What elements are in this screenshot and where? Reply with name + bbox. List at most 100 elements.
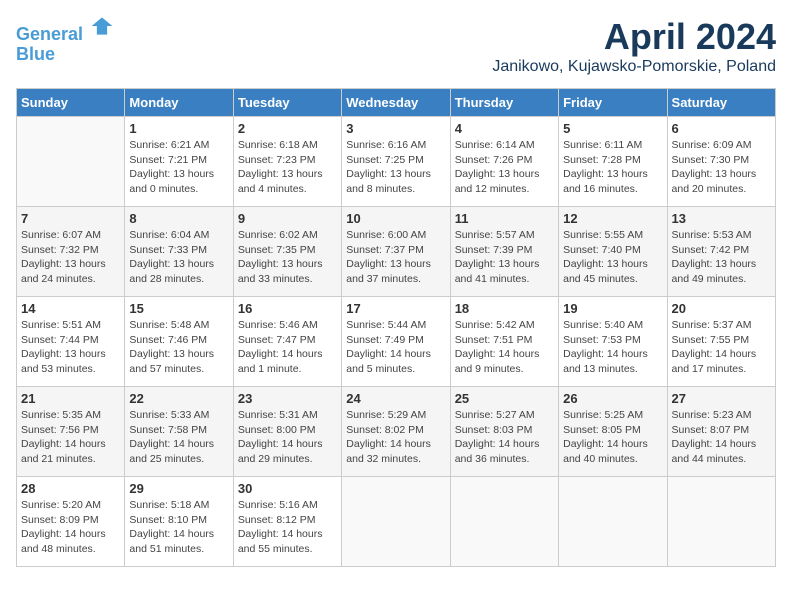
calendar-cell: 25 Sunrise: 5:27 AMSunset: 8:03 PMDayligh… (450, 387, 558, 477)
weekday-header-tuesday: Tuesday (233, 89, 341, 117)
calendar-cell: 3 Sunrise: 6:16 AMSunset: 7:25 PMDaylight… (342, 117, 450, 207)
logo: General Blue (16, 16, 114, 65)
day-number: 14 (21, 301, 120, 316)
page-header: General Blue April 2024 Janikowo, Kujaws… (16, 16, 776, 76)
calendar-cell: 24Sunrise: 5:29 AMSunset: 8:02 PMDayligh… (342, 387, 450, 477)
day-info: Sunrise: 5:57 AMSunset: 7:39 PMDaylight:… (455, 228, 554, 287)
day-info: Sunrise: 6:09 AMSunset: 7:30 PMDaylight:… (672, 138, 771, 197)
calendar-cell: 1 Sunrise: 6:21 AMSunset: 7:21 PMDaylight… (125, 117, 233, 207)
day-number: 13 (672, 211, 771, 226)
logo-blue: Blue (16, 44, 55, 64)
logo-general: General (16, 24, 83, 44)
day-info: Sunrise: 5:18 AMSunset: 8:10 PMDaylight:… (129, 498, 228, 557)
day-info: Sunrise: 6:16 AMSunset: 7:25 PMDaylight:… (346, 138, 445, 197)
weekday-header-monday: Monday (125, 89, 233, 117)
day-number: 20 (672, 301, 771, 316)
weekday-header-row: SundayMondayTuesdayWednesdayThursdayFrid… (17, 89, 776, 117)
calendar-cell: 10 Sunrise: 6:00 AMSunset: 7:37 PMDayligh… (342, 207, 450, 297)
calendar-cell: 15 Sunrise: 5:48 AMSunset: 7:46 PMDayligh… (125, 297, 233, 387)
calendar-cell: 7 Sunrise: 6:07 AMSunset: 7:32 PMDaylight… (17, 207, 125, 297)
day-number: 16 (238, 301, 337, 316)
calendar-cell: 6 Sunrise: 6:09 AMSunset: 7:30 PMDaylight… (667, 117, 775, 207)
calendar-cell: 14 Sunrise: 5:51 AMSunset: 7:44 PMDayligh… (17, 297, 125, 387)
calendar-cell: 5Sunrise: 6:11 AMSunset: 7:28 PMDaylight… (559, 117, 667, 207)
day-number: 7 (21, 211, 120, 226)
calendar-cell: 29Sunrise: 5:18 AMSunset: 8:10 PMDayligh… (125, 477, 233, 567)
day-number: 6 (672, 121, 771, 136)
month-title: April 2024 (492, 16, 776, 58)
day-info: Sunrise: 6:00 AMSunset: 7:37 PMDaylight:… (346, 228, 445, 287)
day-info: Sunrise: 6:02 AMSunset: 7:35 PMDaylight:… (238, 228, 337, 287)
calendar-week-row: 28 Sunrise: 5:20 AMSunset: 8:09 PMDayligh… (17, 477, 776, 567)
day-number: 5 (563, 121, 662, 136)
day-number: 23 (238, 391, 337, 406)
day-number: 25 (455, 391, 554, 406)
calendar-cell: 22 Sunrise: 5:33 AMSunset: 7:58 PMDayligh… (125, 387, 233, 477)
calendar-cell: 30Sunrise: 5:16 AMSunset: 8:12 PMDayligh… (233, 477, 341, 567)
day-info: Sunrise: 6:18 AMSunset: 7:23 PMDaylight:… (238, 138, 337, 197)
calendar-week-row: 14 Sunrise: 5:51 AMSunset: 7:44 PMDayligh… (17, 297, 776, 387)
day-info: Sunrise: 5:23 AMSunset: 8:07 PMDaylight:… (672, 408, 771, 467)
day-info: Sunrise: 5:51 AMSunset: 7:44 PMDaylight:… (21, 318, 120, 377)
calendar-cell (450, 477, 558, 567)
title-section: April 2024 Janikowo, Kujawsko-Pomorskie,… (492, 16, 776, 76)
location: Janikowo, Kujawsko-Pomorskie, Poland (492, 58, 776, 76)
day-info: Sunrise: 6:07 AMSunset: 7:32 PMDaylight:… (21, 228, 120, 287)
day-number: 22 (129, 391, 228, 406)
day-number: 27 (672, 391, 771, 406)
weekday-header-thursday: Thursday (450, 89, 558, 117)
day-number: 9 (238, 211, 337, 226)
day-number: 12 (563, 211, 662, 226)
day-info: Sunrise: 5:46 AMSunset: 7:47 PMDaylight:… (238, 318, 337, 377)
day-number: 15 (129, 301, 228, 316)
day-number: 26 (563, 391, 662, 406)
calendar-cell: 18 Sunrise: 5:42 AMSunset: 7:51 PMDayligh… (450, 297, 558, 387)
calendar-cell: 21 Sunrise: 5:35 AMSunset: 7:56 PMDayligh… (17, 387, 125, 477)
calendar-cell: 11 Sunrise: 5:57 AMSunset: 7:39 PMDayligh… (450, 207, 558, 297)
calendar-cell (667, 477, 775, 567)
weekday-header-sunday: Sunday (17, 89, 125, 117)
day-info: Sunrise: 5:40 AMSunset: 7:53 PMDaylight:… (563, 318, 662, 377)
logo-bird-icon (90, 14, 114, 38)
calendar-cell: 8 Sunrise: 6:04 AMSunset: 7:33 PMDaylight… (125, 207, 233, 297)
calendar-cell: 13Sunrise: 5:53 AMSunset: 7:42 PMDayligh… (667, 207, 775, 297)
day-number: 18 (455, 301, 554, 316)
day-info: Sunrise: 6:04 AMSunset: 7:33 PMDaylight:… (129, 228, 228, 287)
day-number: 10 (346, 211, 445, 226)
day-number: 11 (455, 211, 554, 226)
day-info: Sunrise: 6:21 AMSunset: 7:21 PMDaylight:… (129, 138, 228, 197)
day-info: Sunrise: 6:14 AMSunset: 7:26 PMDaylight:… (455, 138, 554, 197)
day-number: 28 (21, 481, 120, 496)
weekday-header-friday: Friday (559, 89, 667, 117)
calendar-cell (342, 477, 450, 567)
day-number: 24 (346, 391, 445, 406)
day-number: 3 (346, 121, 445, 136)
day-info: Sunrise: 5:42 AMSunset: 7:51 PMDaylight:… (455, 318, 554, 377)
day-number: 1 (129, 121, 228, 136)
day-info: Sunrise: 5:44 AMSunset: 7:49 PMDaylight:… (346, 318, 445, 377)
weekday-header-saturday: Saturday (667, 89, 775, 117)
calendar-week-row: 7 Sunrise: 6:07 AMSunset: 7:32 PMDaylight… (17, 207, 776, 297)
day-number: 2 (238, 121, 337, 136)
day-number: 8 (129, 211, 228, 226)
calendar-week-row: 1 Sunrise: 6:21 AMSunset: 7:21 PMDaylight… (17, 117, 776, 207)
calendar-cell: 4 Sunrise: 6:14 AMSunset: 7:26 PMDaylight… (450, 117, 558, 207)
calendar-cell: 19 Sunrise: 5:40 AMSunset: 7:53 PMDayligh… (559, 297, 667, 387)
day-info: Sunrise: 5:35 AMSunset: 7:56 PMDaylight:… (21, 408, 120, 467)
day-number: 19 (563, 301, 662, 316)
day-info: Sunrise: 5:55 AMSunset: 7:40 PMDaylight:… (563, 228, 662, 287)
calendar-cell: 2 Sunrise: 6:18 AMSunset: 7:23 PMDaylight… (233, 117, 341, 207)
calendar-cell: 20Sunrise: 5:37 AMSunset: 7:55 PMDayligh… (667, 297, 775, 387)
day-info: Sunrise: 5:20 AMSunset: 8:09 PMDaylight:… (21, 498, 120, 557)
day-number: 4 (455, 121, 554, 136)
day-number: 21 (21, 391, 120, 406)
day-info: Sunrise: 5:16 AMSunset: 8:12 PMDaylight:… (238, 498, 337, 557)
day-info: Sunrise: 5:27 AMSunset: 8:03 PMDaylight:… (455, 408, 554, 467)
calendar-cell: 16 Sunrise: 5:46 AMSunset: 7:47 PMDayligh… (233, 297, 341, 387)
weekday-header-wednesday: Wednesday (342, 89, 450, 117)
day-info: Sunrise: 5:48 AMSunset: 7:46 PMDaylight:… (129, 318, 228, 377)
calendar-table: SundayMondayTuesdayWednesdayThursdayFrid… (16, 88, 776, 567)
day-number: 17 (346, 301, 445, 316)
day-info: Sunrise: 5:33 AMSunset: 7:58 PMDaylight:… (129, 408, 228, 467)
calendar-week-row: 21 Sunrise: 5:35 AMSunset: 7:56 PMDayligh… (17, 387, 776, 477)
